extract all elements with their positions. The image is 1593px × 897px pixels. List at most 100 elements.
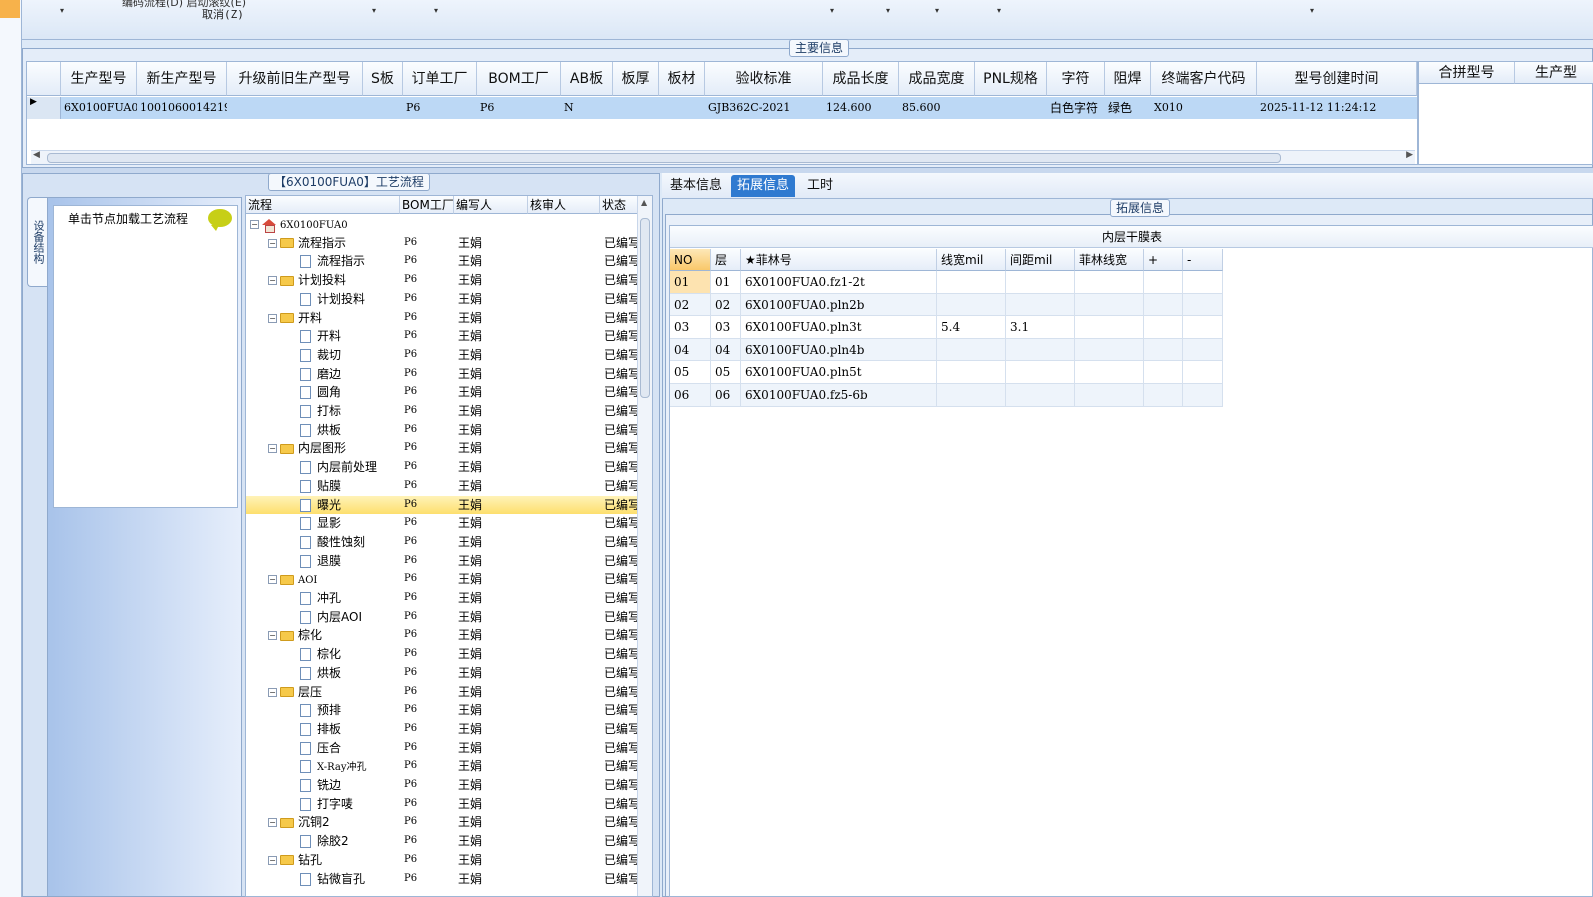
cell-status[interactable]: 已编写 (604, 496, 640, 514)
tree-node[interactable]: 棕化 (286, 645, 400, 663)
column-header[interactable]: 字符 (1047, 62, 1105, 96)
dropdown-arrow-icon[interactable]: ▾ (886, 6, 890, 15)
cell-film-no[interactable]: 6X0100FUA0.pln2b (741, 293, 937, 317)
cell-writer[interactable]: 王娟 (458, 327, 528, 345)
cell-writer[interactable]: 王娟 (458, 832, 528, 850)
column-header[interactable]: S板 (363, 62, 403, 96)
cell-writer[interactable]: 王娟 (458, 533, 528, 551)
cell-film-line-width[interactable] (1075, 271, 1144, 294)
tree-node[interactable]: 烘板 (286, 664, 400, 682)
cell-solder-mask[interactable]: 绿色 (1105, 97, 1151, 119)
cell-no[interactable]: 03 (670, 316, 711, 339)
collapse-icon[interactable]: − (268, 818, 277, 828)
tree-node[interactable]: 酸性蚀刻 (286, 533, 400, 551)
cell-writer[interactable]: 王娟 (458, 701, 528, 719)
cell-writer[interactable]: 王娟 (458, 851, 528, 869)
cell-bom-factory[interactable]: P6 (404, 720, 454, 738)
vertical-scrollbar[interactable]: ▲ (637, 196, 652, 896)
cell-writer[interactable]: 王娟 (458, 439, 528, 457)
cell-plus[interactable] (1144, 361, 1183, 384)
cell-bom-factory[interactable]: P6 (404, 701, 454, 719)
cell-status[interactable]: 已编写 (604, 421, 640, 439)
cell-bom-factory[interactable]: P6 (404, 271, 454, 289)
cell-plus[interactable] (1144, 271, 1183, 294)
cell-created-time[interactable]: 2025-11-12 11:24:12 (1257, 97, 1417, 119)
cell-writer[interactable]: 王娟 (458, 383, 528, 401)
cell-status[interactable]: 已编写 (604, 776, 640, 794)
tree-node[interactable]: 磨边 (286, 365, 400, 383)
cell-bom-factory[interactable]: P6 (404, 552, 454, 570)
tree-row[interactable]: 排板 P6 王娟 已编写 (246, 720, 640, 739)
cell-status[interactable]: 已编写 (604, 402, 640, 420)
cell-film-no[interactable]: 6X0100FUA0.pln4b (741, 338, 937, 362)
cell-status[interactable]: 已编写 (604, 234, 640, 252)
cell-bom-factory[interactable]: P6 (404, 851, 454, 869)
cell-bom-factory[interactable]: P6 (404, 870, 454, 888)
tree-row[interactable]: − AOI P6 王娟 已编写 (246, 570, 640, 589)
tree-node[interactable]: − 开料 (268, 309, 400, 327)
column-header[interactable]: 板材 (659, 62, 705, 96)
scrollbar-thumb[interactable] (640, 218, 650, 398)
tree-row[interactable]: 冲孔 P6 王娟 已编写 (246, 589, 640, 608)
cell-width[interactable]: 85.600 (899, 97, 975, 119)
collapse-icon[interactable]: − (268, 631, 277, 641)
cell-film-line-width[interactable] (1075, 338, 1144, 362)
collapse-icon[interactable]: − (268, 313, 277, 323)
cell-layer[interactable]: 04 (711, 338, 741, 362)
cell-spacing[interactable] (1006, 338, 1075, 362)
cell-length[interactable]: 124.600 (823, 97, 899, 119)
column-header[interactable]: 新生产型号 (137, 62, 227, 96)
cell-line-width[interactable] (937, 384, 1006, 407)
cell-status[interactable]: 已编写 (604, 757, 640, 775)
column-header[interactable]: 层 (711, 249, 741, 271)
cell-bom-factory[interactable]: P6 (404, 365, 454, 383)
cell-writer[interactable]: 王娟 (458, 309, 528, 327)
tree-node[interactable]: − 6X0100FUA0 (250, 215, 400, 235)
column-header[interactable]: 核审人 (528, 196, 600, 214)
cell-bom-factory[interactable]: P6 (404, 683, 454, 701)
tab-work-hours[interactable]: 工时 (801, 175, 839, 197)
cell-writer[interactable]: 王娟 (458, 813, 528, 831)
cell-layer[interactable]: 05 (711, 361, 741, 384)
cell-status[interactable]: 已编写 (604, 552, 640, 570)
tree-node[interactable]: X-Ray冲孔 (286, 757, 400, 777)
tree-row[interactable]: − 棕化 P6 王娟 已编写 (246, 626, 640, 645)
column-header[interactable]: 流程 (246, 196, 400, 214)
column-header[interactable]: 成品宽度 (899, 62, 975, 96)
cell-new-model[interactable]: 10010600142192 (137, 97, 227, 119)
tree-row[interactable]: 内层AOI P6 王娟 已编写 (246, 608, 640, 627)
cell-bom-factory[interactable]: P6 (404, 795, 454, 813)
cell-plus[interactable] (1144, 316, 1183, 339)
cell-bom-factory[interactable]: P6 (404, 757, 454, 775)
tree-node[interactable]: 烘板 (286, 421, 400, 439)
cell-writer[interactable]: 王娟 (458, 608, 528, 626)
tree-row[interactable]: 钻微盲孔 P6 王娟 已编写 (246, 870, 640, 889)
cell-film-no[interactable]: 6X0100FUA0.pln5t (741, 361, 937, 384)
cell-spacing[interactable] (1006, 293, 1075, 317)
cell-status[interactable]: 已编写 (604, 720, 640, 738)
scrollbar-thumb[interactable] (47, 153, 1281, 163)
column-header[interactable]: 间距mil (1006, 249, 1075, 271)
cell-spacing[interactable] (1006, 384, 1075, 407)
tree-row[interactable]: 裁切 P6 王娟 已编写 (246, 346, 640, 365)
cell-bom-factory[interactable]: P6 (404, 645, 454, 663)
tree-node[interactable]: 显影 (286, 514, 400, 532)
cell-writer[interactable]: 王娟 (458, 757, 528, 775)
cell-layer[interactable]: 06 (711, 384, 741, 407)
tree-row[interactable]: 开料 P6 王娟 已编写 (246, 327, 640, 346)
cell-bom-factory[interactable]: P6 (404, 533, 454, 551)
tree-row[interactable]: − 6X0100FUA0 (246, 215, 638, 234)
cell-layer[interactable]: 03 (711, 316, 741, 339)
cell-writer[interactable]: 王娟 (458, 458, 528, 476)
cell-bom-factory[interactable]: P6 (404, 832, 454, 850)
cell-status[interactable]: 已编写 (604, 645, 640, 663)
collapse-icon[interactable]: − (268, 444, 277, 454)
cell-status[interactable]: 已编写 (604, 439, 640, 457)
cell-line-width[interactable]: 5.4 (937, 316, 1006, 339)
cell-film-no[interactable]: 6X0100FUA0.fz5-6b (741, 384, 937, 407)
cell-ab-board[interactable]: N (561, 97, 613, 119)
cell-spacing[interactable] (1006, 271, 1075, 294)
column-header[interactable]: 状态 (600, 196, 640, 214)
tree-row[interactable]: 铣边 P6 王娟 已编写 (246, 776, 640, 795)
cell-status[interactable]: 已编写 (604, 626, 640, 644)
